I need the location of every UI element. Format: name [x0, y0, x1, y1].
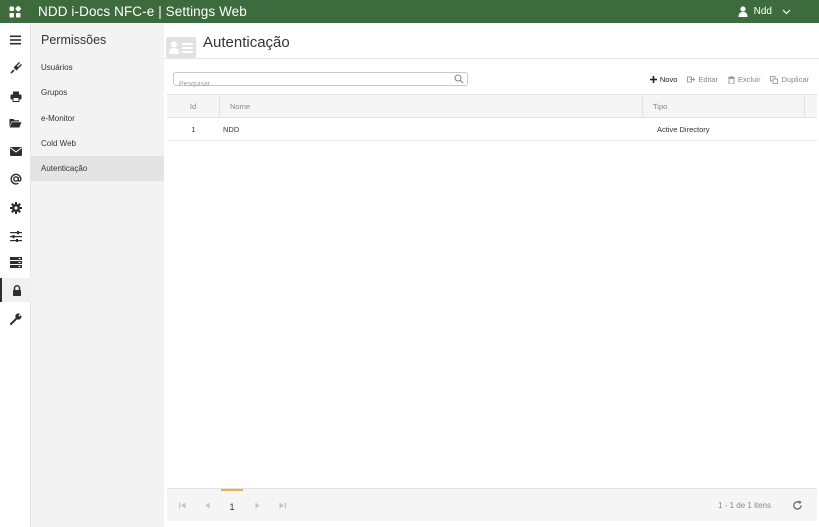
user-icon [738, 6, 748, 17]
submenu-heading: Permissões [41, 33, 107, 47]
envelope-icon [9, 146, 22, 156]
apps-grid-icon [9, 5, 21, 17]
new-button-label: Novo [659, 75, 678, 84]
printer-icon [10, 91, 21, 102]
chevron-right-icon [255, 502, 259, 509]
folder-open-icon [9, 119, 22, 128]
rail-item-adjustments[interactable] [0, 224, 31, 248]
permissions-submenu: Permissões Usuários Grupos e-Monitor Col… [31, 23, 164, 527]
rail-item-folders[interactable] [0, 111, 31, 135]
submenu-item-usuarios[interactable]: Usuários [31, 55, 164, 80]
plug-icon [9, 62, 22, 74]
rail-item-integrations[interactable] [0, 56, 31, 80]
page-header: Autenticação [164, 23, 819, 59]
new-button[interactable]: Novo [649, 75, 678, 84]
user-name: Ndd [753, 6, 772, 17]
submenu-item-e-monitor[interactable]: e-Monitor [31, 106, 164, 131]
edit-button[interactable]: Editar [687, 75, 718, 84]
table-row[interactable]: 1 NDD Active Directory [167, 118, 817, 141]
chevron-down-icon [782, 9, 791, 14]
search-icon[interactable] [454, 74, 464, 84]
last-page-button[interactable] [275, 489, 289, 522]
rail-item-permissions[interactable] [0, 278, 31, 302]
rail-item-at[interactable] [0, 167, 31, 191]
at-icon [10, 173, 22, 185]
rail-menu-button[interactable] [0, 28, 31, 52]
duplicate-button[interactable]: Duplicar [770, 75, 809, 84]
column-header-id[interactable]: Id [167, 95, 220, 117]
rail-item-tools[interactable] [0, 307, 31, 331]
menu-icon [10, 35, 21, 45]
lock-icon [12, 284, 21, 296]
trash-icon [727, 75, 735, 84]
wrench-icon [9, 313, 21, 325]
current-page[interactable]: 1 [221, 489, 243, 522]
rail-item-printers[interactable] [0, 84, 31, 108]
auth-table: Id Nome Tipo 1 NDD Active Directory [167, 94, 817, 141]
cell-nome: NDD [223, 125, 240, 134]
duplicate-button-label: Duplicar [781, 75, 809, 84]
page-title: Autenticação [203, 34, 290, 51]
pager-info: 1 - 1 de 1 itens [718, 501, 771, 510]
table-header: Id Nome Tipo [167, 94, 817, 118]
server-icon [9, 256, 22, 268]
delete-button-label: Excluir [737, 75, 761, 84]
search-box [173, 72, 468, 91]
chevron-left-icon [205, 502, 209, 509]
delete-button[interactable]: Excluir [727, 75, 761, 84]
rail-item-email[interactable] [0, 139, 31, 163]
last-page-icon [279, 502, 286, 509]
first-page-icon [178, 502, 185, 509]
rail-item-settings[interactable] [0, 196, 31, 220]
sliders-icon [9, 230, 22, 242]
user-menu[interactable]: Ndd [738, 0, 791, 23]
main-content: Autenticação Novo Edit [164, 23, 819, 527]
app-title: NDD i-Docs NFC-e | Settings Web [38, 4, 247, 19]
pager: 1 1 - 1 de 1 itens [167, 488, 817, 521]
refresh-icon[interactable] [792, 500, 803, 511]
next-page-button[interactable] [250, 489, 264, 522]
submenu-item-autenticacao[interactable]: Autenticação [31, 156, 164, 181]
rail-item-servers[interactable] [0, 250, 31, 274]
first-page-button[interactable] [175, 489, 189, 522]
gear-icon [9, 202, 22, 214]
app-launcher-button[interactable] [0, 0, 30, 23]
grid-toolbar: Novo Editar Excluir Duplicar [640, 75, 809, 84]
icon-rail [0, 23, 31, 527]
submenu-item-grupos[interactable]: Grupos [31, 80, 164, 105]
edit-button-label: Editar [698, 75, 718, 84]
copy-icon [770, 75, 779, 84]
app-window: NDD i-Docs NFC-e | Settings Web Ndd Perm… [0, 0, 819, 527]
prev-page-button[interactable] [200, 489, 214, 522]
edit-icon [687, 76, 696, 83]
column-header-tipo[interactable]: Tipo [643, 95, 805, 117]
top-bar: NDD i-Docs NFC-e | Settings Web Ndd [0, 0, 819, 23]
submenu-item-cold-web[interactable]: Cold Web [31, 131, 164, 156]
search-input[interactable] [174, 78, 444, 91]
id-card-icon [166, 37, 196, 58]
cell-tipo: Active Directory [657, 125, 710, 134]
cell-id: 1 [191, 125, 196, 134]
plus-icon [649, 76, 657, 83]
column-header-nome[interactable]: Nome [220, 95, 643, 117]
